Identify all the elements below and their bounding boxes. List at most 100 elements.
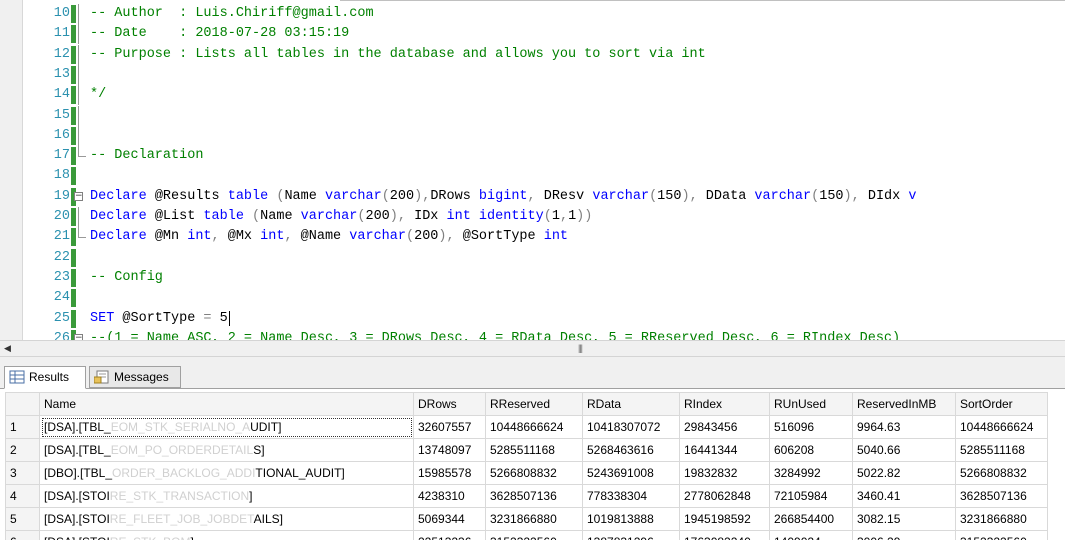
editor-horizontal-scrollbar[interactable]: ◀ ||| [0, 340, 1065, 357]
column-header[interactable]: DRows [414, 393, 486, 416]
value-cell[interactable]: 5285511168 [956, 439, 1048, 462]
code-line[interactable]: 19−Declare @Results table (Name varchar(… [0, 187, 1065, 207]
value-cell[interactable]: 29843456 [680, 416, 770, 439]
table-row[interactable]: 1[DSA].[TBL_EOM_STK_SERIALNO_AUDIT]32607… [6, 416, 1048, 439]
value-cell[interactable]: 13748097 [414, 439, 486, 462]
value-cell[interactable]: 16441344 [680, 439, 770, 462]
code-line[interactable]: 16 [0, 126, 1065, 146]
line-number: 13 [22, 65, 70, 85]
value-cell[interactable]: 19832832 [680, 462, 770, 485]
name-cell[interactable]: [DBO].[TBL_ORDER_BACKLOG_ADDITIONAL_AUDI… [40, 462, 414, 485]
row-number[interactable]: 5 [6, 508, 40, 531]
code-line[interactable]: 12-- Purpose : Lists all tables in the d… [0, 45, 1065, 65]
code-line[interactable]: 10 -- Author : Luis.Chiriff@gmail.com [0, 4, 1065, 24]
value-cell[interactable]: 5069344 [414, 508, 486, 531]
value-cell[interactable]: 5285511168 [486, 439, 583, 462]
column-header[interactable]: RIndex [680, 393, 770, 416]
code-line[interactable]: 25SET @SortType = 5 [0, 309, 1065, 329]
code-token: Declare [90, 229, 155, 244]
value-cell[interactable]: 606208 [770, 439, 853, 462]
code-line[interactable]: 18 [0, 166, 1065, 186]
value-cell[interactable]: 4238310 [414, 485, 486, 508]
value-cell[interactable]: 10448666624 [956, 416, 1048, 439]
value-cell[interactable]: 5268463616 [583, 439, 680, 462]
value-cell[interactable]: 5266808832 [956, 462, 1048, 485]
value-cell[interactable]: 3231866880 [956, 508, 1048, 531]
value-cell[interactable]: 15985578 [414, 462, 486, 485]
tab-results[interactable]: Results [4, 366, 86, 389]
line-number: 10 [22, 4, 70, 24]
column-header[interactable] [6, 393, 40, 416]
table-row[interactable]: 3[DBO].[TBL_ORDER_BACKLOG_ADDITIONAL_AUD… [6, 462, 1048, 485]
fold-guide [78, 126, 79, 146]
name-cell[interactable]: [DSA].[TBL_EOM_PO_ORDERDETAILS] [40, 439, 414, 462]
code-line[interactable]: 14*/ [0, 85, 1065, 105]
name-cell[interactable]: [DSA].[STOIRE_STK_TRANSACTION] [40, 485, 414, 508]
row-number[interactable]: 2 [6, 439, 40, 462]
scroll-left-icon[interactable]: ◀ [4, 343, 11, 354]
value-cell[interactable]: 3628507136 [486, 485, 583, 508]
code-token: SET [90, 311, 122, 326]
name-text-faded: EOM_STK_SERIALNO_A [111, 420, 250, 434]
value-cell[interactable]: 9964.63 [853, 416, 956, 439]
name-cell[interactable]: [DSA].[STOIRE_FLEET_JOB_JOBDETAILS] [40, 508, 414, 531]
query-editor[interactable]: 10 -- Author : Luis.Chiriff@gmail.com 11--… [0, 0, 1065, 340]
name-text: [DBO].[TBL_ [44, 466, 112, 480]
value-cell[interactable]: 5022.82 [853, 462, 956, 485]
value-cell[interactable]: 3628507136 [956, 485, 1048, 508]
column-header[interactable]: ReservedInMB [853, 393, 956, 416]
value-cell[interactable]: 2778062848 [680, 485, 770, 508]
code-line[interactable]: 24 [0, 288, 1065, 308]
value-cell[interactable]: 778338304 [583, 485, 680, 508]
value-cell[interactable]: 1945198592 [680, 508, 770, 531]
fold-guide [78, 65, 79, 85]
results-grid[interactable]: NameDRowsRReservedRDataRIndexRUnUsedRese… [0, 388, 1065, 540]
code-token: ), [681, 189, 705, 204]
table-row[interactable]: 2[DSA].[TBL_EOM_PO_ORDERDETAILS]13748097… [6, 439, 1048, 462]
code-token: varchar [592, 189, 649, 204]
value-cell[interactable]: 72105984 [770, 485, 853, 508]
code-line[interactable]: 17-- Declaration [0, 146, 1065, 166]
value-cell[interactable]: 5266808832 [486, 462, 583, 485]
value-cell[interactable]: 32607557 [414, 416, 486, 439]
column-header[interactable]: SortOrder [956, 393, 1048, 416]
code-token: Name [284, 189, 325, 204]
code-line[interactable]: 15 [0, 106, 1065, 126]
code-token: -- Author : Luis.Chiriff@gmail.com [90, 6, 374, 21]
code-line[interactable]: 21Declare @Mn int, @Mx int, @Name varcha… [0, 227, 1065, 247]
collapse-icon[interactable]: − [74, 192, 83, 201]
fold-guide [78, 4, 79, 24]
code-line[interactable]: 23-- Config [0, 268, 1065, 288]
editor-top-divider [340, 0, 1065, 3]
value-cell[interactable]: 5040.66 [853, 439, 956, 462]
scroll-thumb-grip-icon[interactable]: ||| [578, 343, 582, 353]
name-cell[interactable]: [DSA].[TBL_EOM_STK_SERIALNO_AUDIT] [40, 416, 414, 439]
value-cell[interactable]: 10448666624 [486, 416, 583, 439]
table-row[interactable]: 5[DSA].[STOIRE_FLEET_JOB_JOBDETAILS]5069… [6, 508, 1048, 531]
column-header[interactable]: RData [583, 393, 680, 416]
value-cell[interactable]: 266854400 [770, 508, 853, 531]
value-cell[interactable]: 3082.15 [853, 508, 956, 531]
value-cell[interactable]: 3231866880 [486, 508, 583, 531]
code-line[interactable]: 22 [0, 248, 1065, 268]
value-cell[interactable]: 516096 [770, 416, 853, 439]
tab-messages[interactable]: Messages [89, 366, 181, 388]
code-line[interactable]: 11-- Date : 2018-07-28 03:15:19 [0, 24, 1065, 44]
code-line[interactable]: 13 [0, 65, 1065, 85]
table-row[interactable]: 4[DSA].[STOIRE_STK_TRANSACTION]423831036… [6, 485, 1048, 508]
row-number[interactable]: 4 [6, 485, 40, 508]
value-cell[interactable]: 3284992 [770, 462, 853, 485]
value-cell[interactable]: 5243691008 [583, 462, 680, 485]
column-header[interactable]: Name [40, 393, 414, 416]
row-number[interactable]: 3 [6, 462, 40, 485]
column-header[interactable]: RReserved [486, 393, 583, 416]
row-number[interactable]: 1 [6, 416, 40, 439]
value-cell[interactable]: 10418307072 [583, 416, 680, 439]
value-cell[interactable]: 3460.41 [853, 485, 956, 508]
line-number: 25 [22, 309, 70, 329]
fold-guide [78, 45, 79, 65]
column-header[interactable]: RUnUsed [770, 393, 853, 416]
code-line[interactable]: 20Declare @List table (Name varchar(200)… [0, 207, 1065, 227]
code-line[interactable]: 26−--(1 = Name ASC, 2 = Name Desc, 3 = D… [0, 329, 1065, 340]
value-cell[interactable]: 1019813888 [583, 508, 680, 531]
